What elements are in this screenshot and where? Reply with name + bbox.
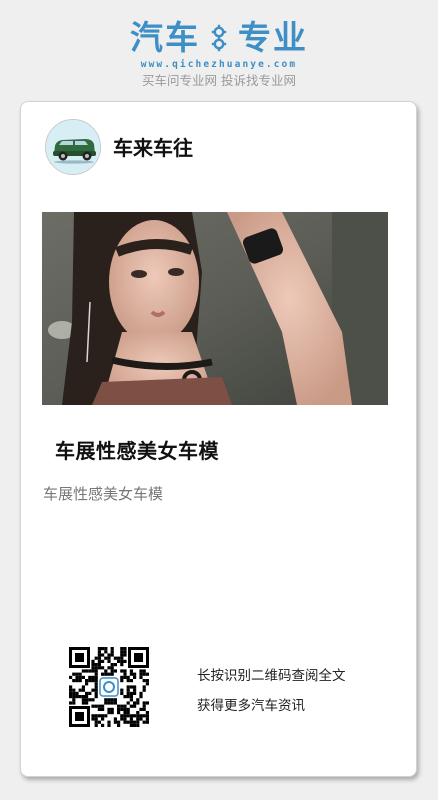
avatar[interactable] <box>45 119 101 175</box>
car-model-photo <box>42 212 388 405</box>
green-car-icon <box>46 120 100 174</box>
gear-icon <box>211 24 227 52</box>
qr-line-2: 获得更多汽车资讯 <box>197 698 305 714</box>
logo-text-right: 专业 <box>238 18 308 57</box>
brand-tagline: 买车问专业网 投诉找专业网 <box>142 73 296 88</box>
qr-code-icon[interactable] <box>69 647 149 727</box>
qr-line-1: 长按识别二维码查阅全文 <box>197 668 346 684</box>
brand-logo: 汽车 专业 <box>0 18 438 58</box>
qr-instructions: 长按识别二维码查阅全文 获得更多汽车资讯 <box>197 661 346 721</box>
article-card: 车来车往 车展性感美女车模 车展性感美女车模 长按识别二维码查阅全文 获得更多汽… <box>20 101 417 777</box>
account-name[interactable]: 车来车往 <box>113 135 193 161</box>
article-summary: 车展性感美女车模 <box>43 485 164 503</box>
brand-header: 汽车 专业 www.qichezhuanye.com 买车问专业网 投诉找专业网 <box>0 18 438 89</box>
brand-domain: www.qichezhuanye.com <box>140 59 298 70</box>
logo-text-left: 汽车 <box>130 18 200 57</box>
article-title[interactable]: 车展性感美女车模 <box>55 438 219 464</box>
article-image[interactable] <box>42 212 388 405</box>
